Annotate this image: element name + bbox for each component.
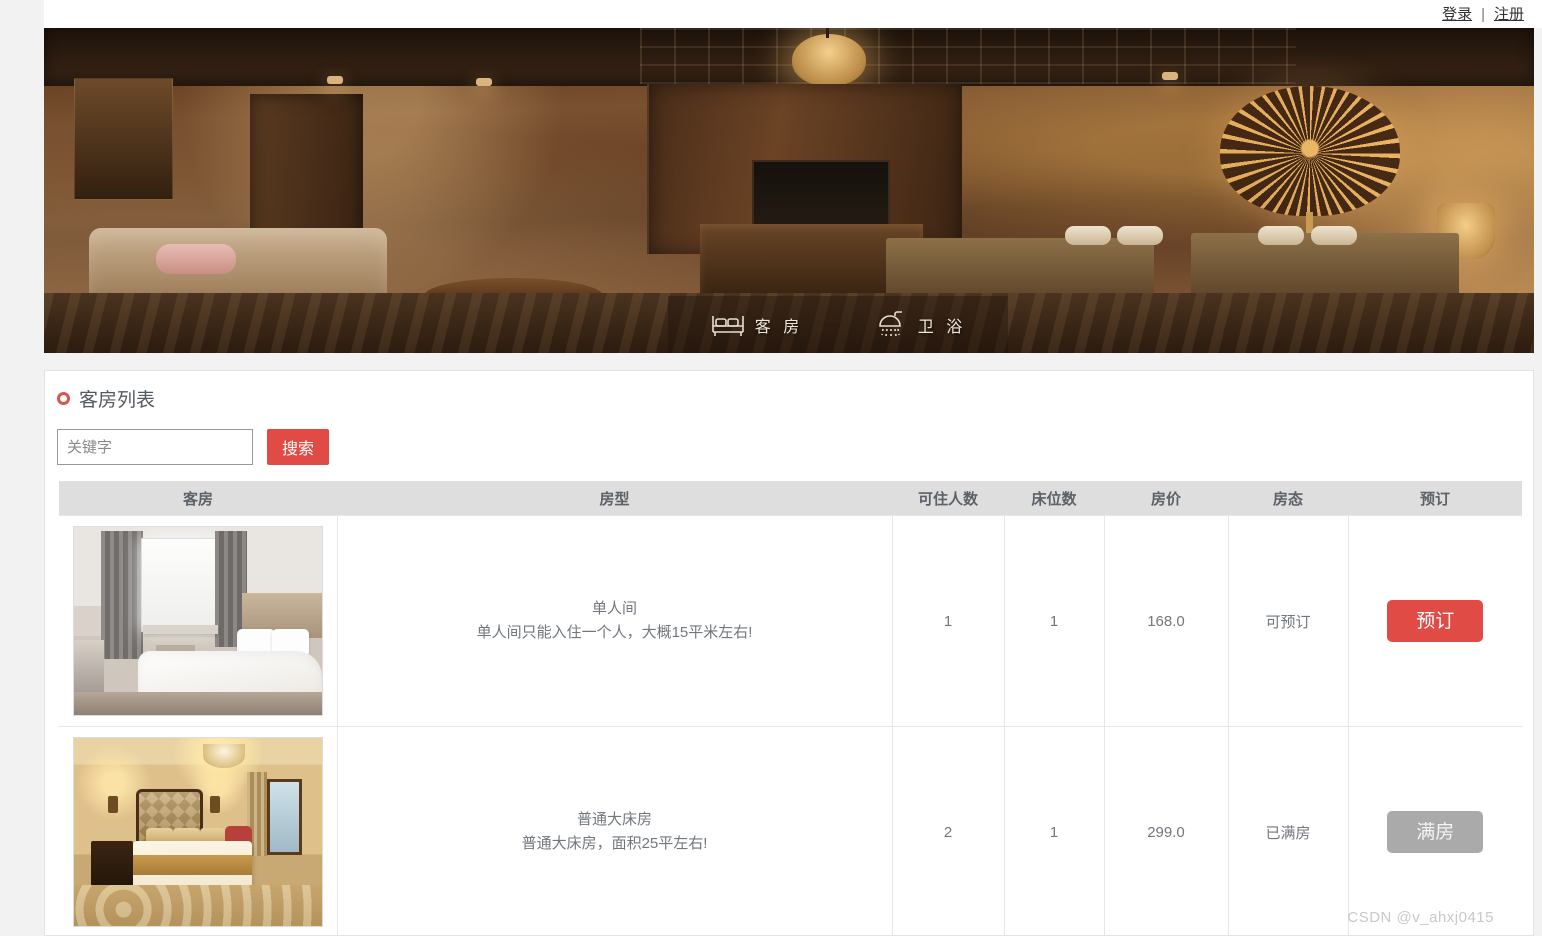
room-list-panel: 客房列表 搜索 客房 房型 可住人数 床位数: [44, 370, 1534, 936]
room-capacity-cell: 2: [892, 726, 1005, 936]
banner-category-bath[interactable]: 卫 浴: [875, 310, 967, 339]
topbar-separator: |: [1481, 5, 1485, 23]
top-bar: 登录 | 注册: [44, 0, 1542, 28]
room-image-cell: [59, 515, 338, 727]
room-type-cell: 普通大床房 普通大床房，面积25平左右!: [337, 726, 893, 936]
banner-cushion: [155, 244, 236, 274]
hero-banner: 客 房 卫 浴: [44, 28, 1534, 353]
room-beds-cell: 1: [1004, 515, 1105, 727]
login-link[interactable]: 登录: [1442, 7, 1472, 22]
room-type-cell: 单人间 单人间只能入住一个人，大概15平米左右!: [337, 515, 893, 727]
thumb-floor: [73, 692, 322, 715]
thumb-desk: [143, 624, 218, 635]
room-type-name: 单人间: [591, 600, 637, 617]
banner-category-room-label: 客 房: [754, 318, 804, 336]
thumb-sconce: [210, 796, 221, 814]
register-link[interactable]: 注册: [1494, 7, 1524, 22]
column-header-status: 房态: [1228, 481, 1348, 516]
banner-wall-art: [73, 78, 173, 200]
room-table-body: 单人间 单人间只能入住一个人，大概15平米左右! 1 1 168.0 可预订 预…: [59, 515, 1522, 936]
shower-icon: [875, 310, 909, 339]
banner-spotlight: [1161, 72, 1178, 80]
room-beds-cell: 1: [1004, 726, 1105, 936]
column-header-beds: 床位数: [1004, 481, 1104, 516]
thumb-sconce: [108, 796, 119, 814]
thumb-chandelier: [202, 743, 245, 769]
bed-icon: [710, 312, 746, 338]
watermark: CSDN @v_ahxj0415: [1347, 909, 1494, 926]
thumb-window: [267, 779, 302, 855]
room-action-cell: 预订: [1348, 515, 1522, 727]
banner-pillow: [1116, 226, 1163, 245]
full-button: 满房: [1387, 811, 1484, 853]
page-root: 登录 | 注册 客 房 卫 浴 客房列表 关键字 搜索 客房 房型 可住人数 床…: [0, 0, 1542, 936]
search-button[interactable]: 搜索: [267, 429, 330, 465]
room-table-head: 客房 房型 可住人数 床位数 房价 房态 预订: [59, 481, 1522, 516]
banner-category-overlay: 客 房 卫 浴: [668, 296, 1008, 353]
room-table: 客房 房型 可住人数 床位数 房价 房态 预订 单人间 单人间只能入住一个人，大…: [59, 481, 1522, 936]
column-header-capacity: 可住人数: [892, 481, 1004, 516]
table-header-row: 客房 房型 可住人数 床位数 房价 房态 预订: [59, 481, 1522, 516]
banner-category-bath-label: 卫 浴: [917, 318, 967, 336]
thumb-window: [140, 538, 218, 633]
thumb-carpet: [73, 884, 322, 926]
banner-spotlight: [476, 78, 493, 86]
room-thumbnail[interactable]: [72, 526, 323, 716]
room-action-cell: 满房: [1348, 726, 1522, 936]
room-type-desc: 单人间只能入住一个人，大概15平米左右!: [476, 624, 753, 641]
banner-pillow: [1258, 226, 1305, 245]
banner-tv: [751, 160, 890, 226]
table-row: 单人间 单人间只能入住一个人，大概15平米左右! 1 1 168.0 可预订 预…: [59, 515, 1522, 727]
table-row: 普通大床房 普通大床房，面积25平左右! 2 1 299.0 已满房 满房: [59, 726, 1522, 936]
banner-pendant-lamp: [791, 28, 866, 86]
panel-title: 客房列表: [57, 385, 155, 412]
room-price-cell: 168.0: [1104, 515, 1229, 727]
banner-pillow: [1310, 226, 1357, 245]
banner-pillow: [1064, 226, 1111, 245]
room-image-cell: [59, 726, 338, 936]
column-header-price: 房价: [1104, 481, 1228, 516]
book-button[interactable]: 预订: [1387, 600, 1484, 642]
room-status-cell: 已满房: [1228, 726, 1349, 936]
circle-icon: [57, 392, 70, 405]
room-price-cell: 299.0: [1104, 726, 1229, 936]
room-capacity-cell: 1: [892, 515, 1005, 727]
room-type-desc: 普通大床房，面积25平左右!: [521, 835, 708, 852]
search-bar: 搜索: [57, 429, 330, 465]
banner-tree-panel: [1219, 86, 1400, 242]
room-type-name: 普通大床房: [576, 811, 652, 828]
column-header-booking: 预订: [1348, 481, 1522, 516]
banner-category-room[interactable]: 客 房: [710, 312, 803, 338]
search-input[interactable]: [57, 429, 253, 465]
column-header-room: 客房: [59, 481, 337, 516]
banner-spotlight: [327, 76, 344, 84]
panel-title-text: 客房列表: [79, 390, 156, 411]
thumb-bed-runner: [133, 854, 253, 876]
column-header-roomtype: 房型: [337, 481, 892, 516]
banner-ceiling-grid: [640, 28, 1296, 84]
thumb-curtain-left: [101, 530, 144, 659]
room-thumbnail[interactable]: [72, 737, 323, 927]
room-status-cell: 可预订: [1228, 515, 1349, 727]
